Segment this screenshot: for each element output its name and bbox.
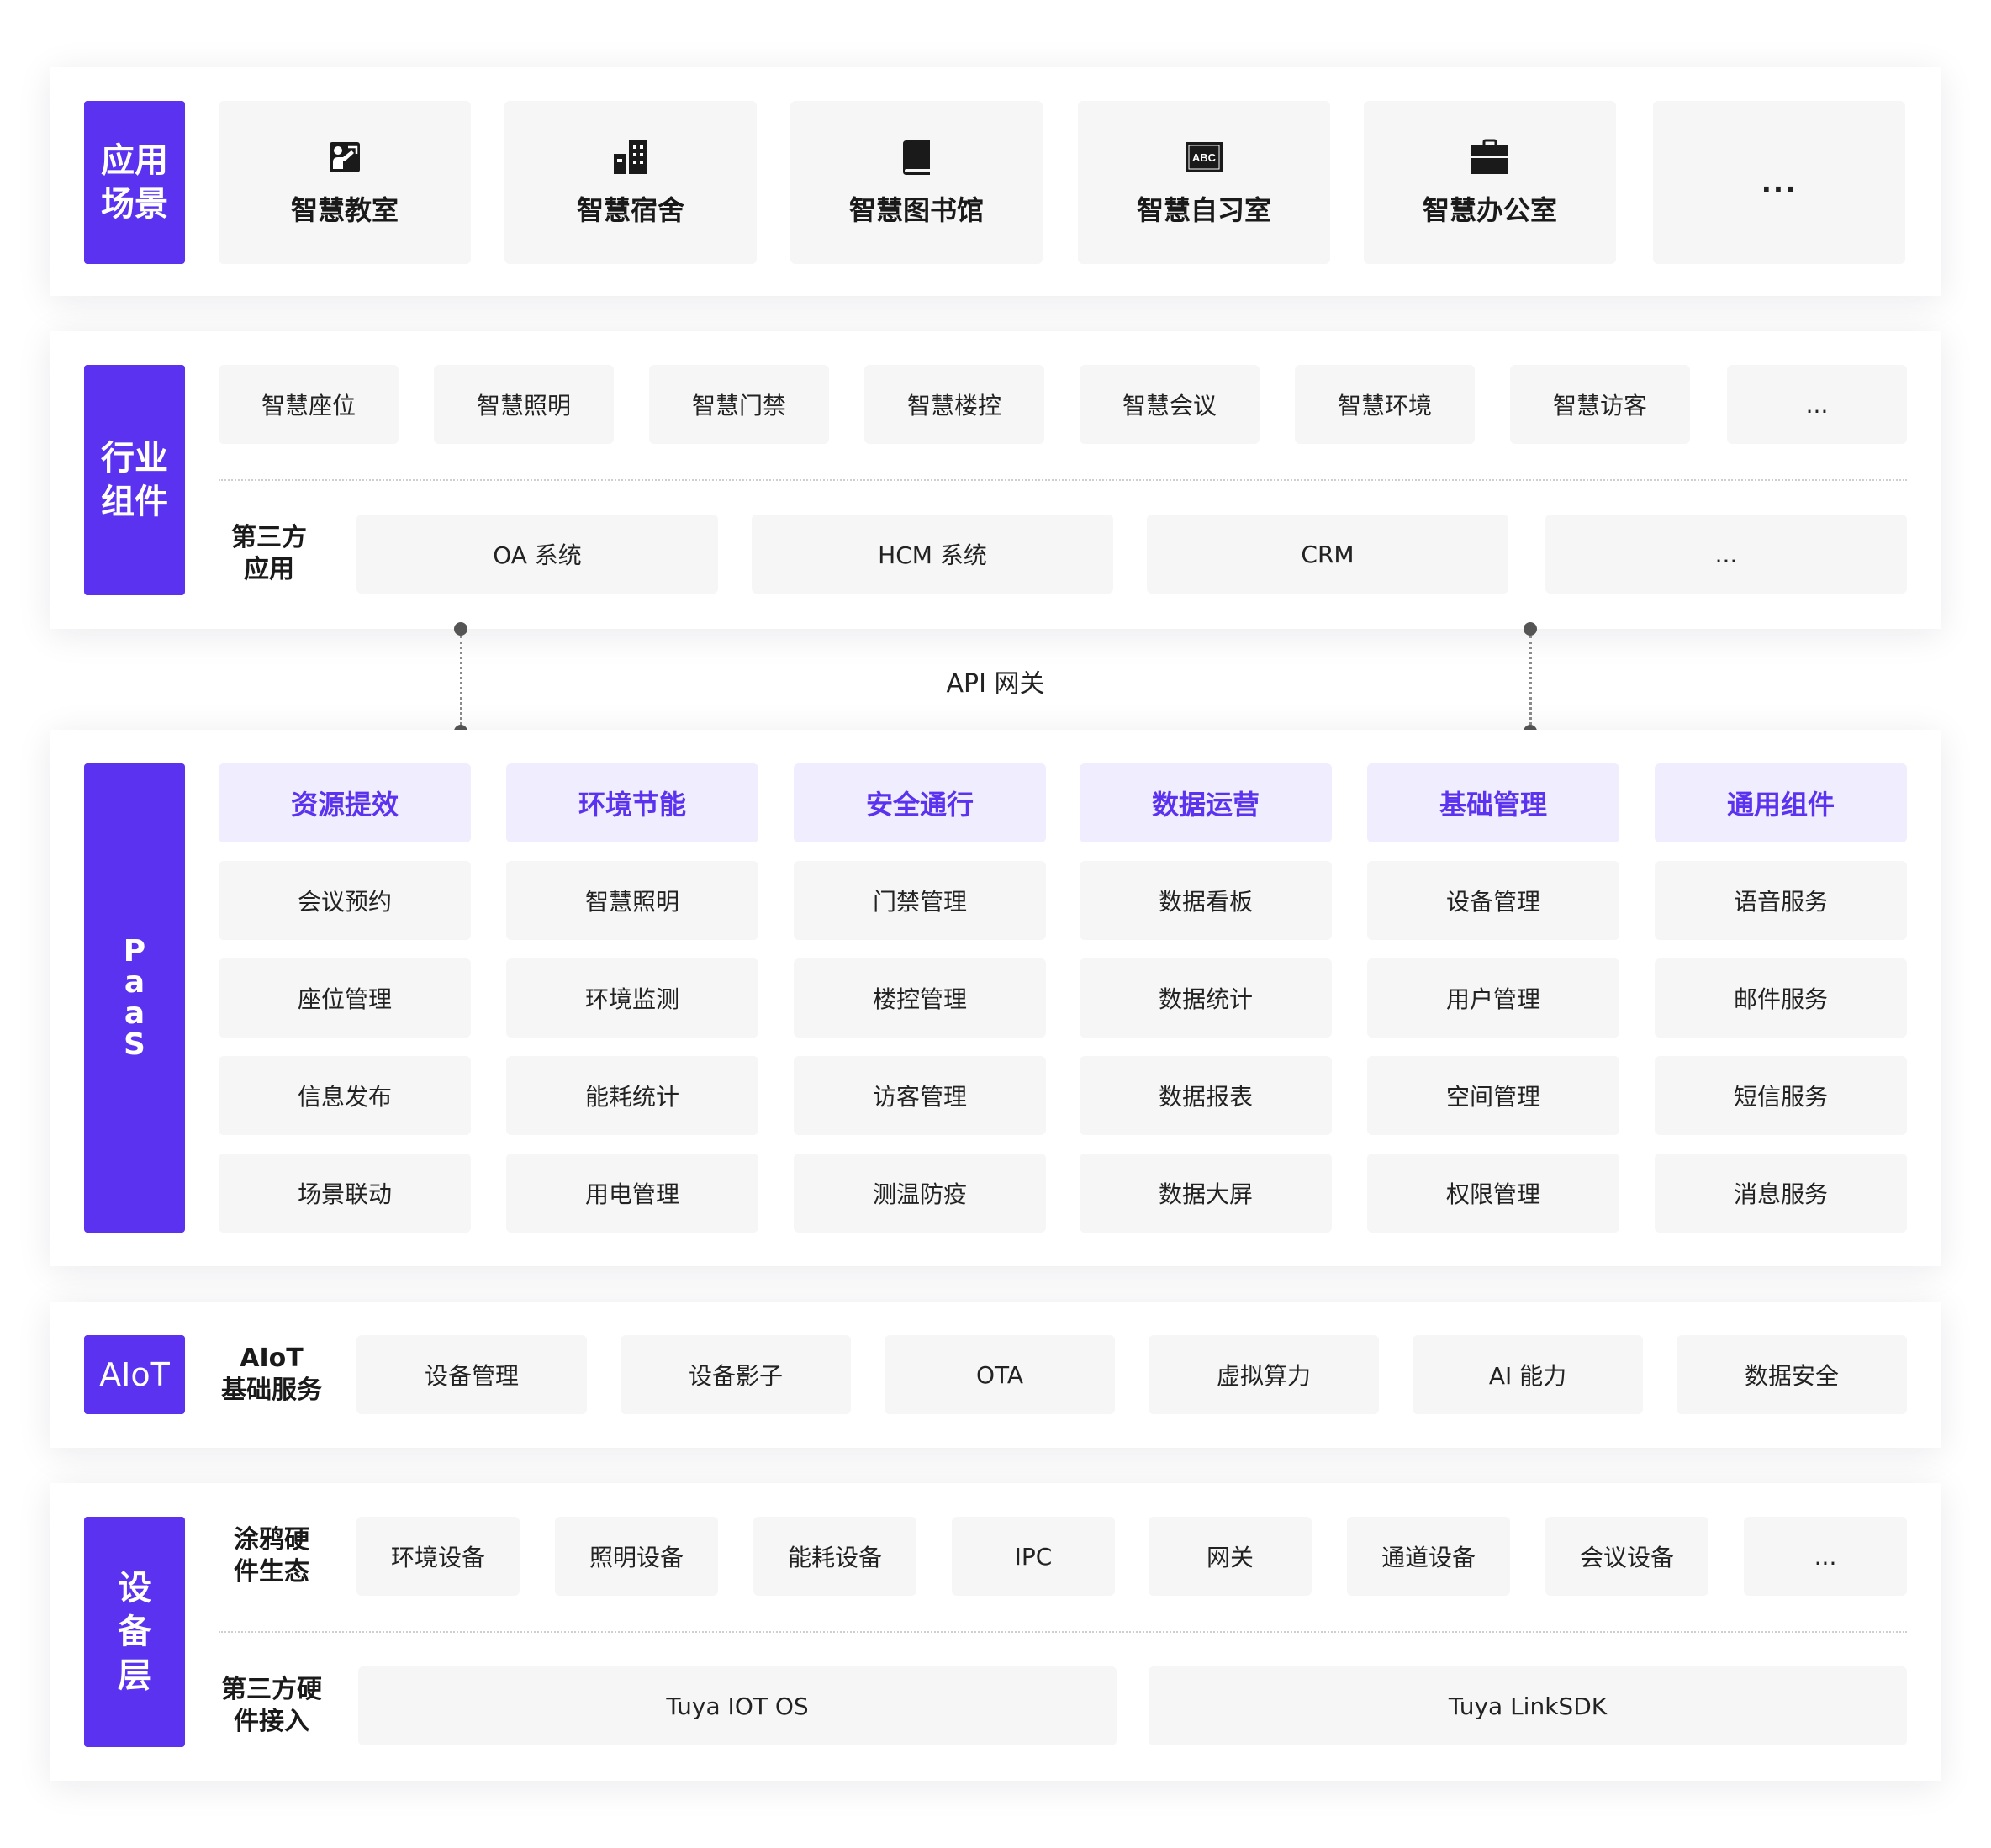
aiot-basic-services-label: AIoT 基础服务 bbox=[221, 1344, 322, 1405]
tuya-device[interactable]: 能耗设备 bbox=[753, 1517, 916, 1596]
paas-item[interactable]: 智慧照明 bbox=[506, 861, 758, 940]
paas-category[interactable]: 基础管理 bbox=[1367, 763, 1619, 842]
paas-item[interactable]: 测温防疫 bbox=[794, 1154, 1046, 1233]
industry-component[interactable]: 智慧访客 bbox=[1510, 365, 1690, 444]
app-card-library[interactable]: 智慧图书馆 bbox=[790, 101, 1043, 264]
paas-item[interactable]: 设备管理 bbox=[1367, 861, 1619, 940]
classroom-icon bbox=[330, 142, 360, 172]
third-party-app-more[interactable]: ... bbox=[1545, 515, 1907, 594]
tuya-device[interactable]: 会议设备 bbox=[1545, 1517, 1708, 1596]
paas-item[interactable]: 环境监测 bbox=[506, 958, 758, 1038]
tuya-device[interactable]: 网关 bbox=[1149, 1517, 1312, 1596]
api-gateway-label: API 网关 bbox=[946, 669, 1045, 699]
paas-item[interactable]: 用电管理 bbox=[506, 1154, 758, 1233]
paas-item[interactable]: 数据大屏 bbox=[1080, 1154, 1332, 1233]
paas-item[interactable]: 座位管理 bbox=[219, 958, 471, 1038]
industry-component[interactable]: 智慧门禁 bbox=[649, 365, 829, 444]
connector-line bbox=[1529, 636, 1532, 730]
app-card-label: 智慧教室 bbox=[290, 194, 399, 226]
tuya-device[interactable]: 通道设备 bbox=[1347, 1517, 1510, 1596]
third-party-hardware-label: 第三方硬 件接入 bbox=[221, 1675, 322, 1736]
divider bbox=[219, 479, 1907, 481]
aiot-service[interactable]: 设备影子 bbox=[621, 1335, 851, 1414]
paas-item[interactable]: 楼控管理 bbox=[794, 958, 1046, 1038]
building-icon bbox=[614, 140, 647, 174]
aiot-service[interactable]: AI 能力 bbox=[1413, 1335, 1643, 1414]
connector-line bbox=[460, 636, 462, 730]
svg-text:ABC: ABC bbox=[1192, 151, 1217, 164]
third-party-hardware[interactable]: Tuya IOT OS bbox=[358, 1666, 1117, 1745]
paas-item[interactable]: 短信服务 bbox=[1655, 1056, 1907, 1135]
aiot-layer-label: AIoT bbox=[84, 1335, 185, 1414]
aiot-service[interactable]: 数据安全 bbox=[1677, 1335, 1907, 1414]
industry-component[interactable]: 智慧照明 bbox=[434, 365, 614, 444]
paas-item[interactable]: 会议预约 bbox=[219, 861, 471, 940]
app-card-classroom[interactable]: 智慧教室 bbox=[219, 101, 471, 264]
app-card-office[interactable]: 智慧办公室 bbox=[1364, 101, 1616, 264]
app-card-study-room[interactable]: ABC 智慧自习室 bbox=[1078, 101, 1330, 264]
app-card-label: 智慧自习室 bbox=[1136, 194, 1271, 226]
tuya-device-more[interactable]: ... bbox=[1744, 1517, 1907, 1596]
industry-component[interactable]: 智慧环境 bbox=[1295, 365, 1475, 444]
industry-component[interactable]: 智慧楼控 bbox=[864, 365, 1044, 444]
tuya-hardware-ecosystem-label: 涂鸦硬 件生态 bbox=[234, 1525, 309, 1587]
aiot-service[interactable]: 设备管理 bbox=[356, 1335, 587, 1414]
paas-layer-label: P a a S bbox=[84, 763, 185, 1233]
paas-category[interactable]: 资源提效 bbox=[219, 763, 471, 842]
industry-layer-label: 行业 组件 bbox=[84, 365, 185, 595]
app-card-dormitory[interactable]: 智慧宿舍 bbox=[504, 101, 757, 264]
paas-item[interactable]: 能耗统计 bbox=[506, 1056, 758, 1135]
paas-item[interactable]: 信息发布 bbox=[219, 1056, 471, 1135]
paas-category[interactable]: 安全通行 bbox=[794, 763, 1046, 842]
third-party-app[interactable]: OA 系统 bbox=[356, 515, 718, 594]
app-card-label: 智慧宿舍 bbox=[576, 194, 684, 226]
industry-component-more[interactable]: ... bbox=[1727, 365, 1907, 444]
third-party-app-label: 第三方 应用 bbox=[231, 523, 307, 584]
paas-item[interactable]: 空间管理 bbox=[1367, 1056, 1619, 1135]
third-party-app[interactable]: HCM 系统 bbox=[752, 515, 1113, 594]
paas-item[interactable]: 数据报表 bbox=[1080, 1056, 1332, 1135]
paas-item[interactable]: 门禁管理 bbox=[794, 861, 1046, 940]
paas-item[interactable]: 权限管理 bbox=[1367, 1154, 1619, 1233]
abc-board-icon: ABC bbox=[1186, 142, 1223, 172]
device-layer-label: 设 备 层 bbox=[84, 1517, 185, 1747]
app-card-label: 智慧办公室 bbox=[1422, 194, 1557, 226]
tuya-device[interactable]: 照明设备 bbox=[555, 1517, 718, 1596]
tuya-device[interactable]: IPC bbox=[952, 1517, 1115, 1596]
paas-item[interactable]: 访客管理 bbox=[794, 1056, 1046, 1135]
paas-item[interactable]: 消息服务 bbox=[1655, 1154, 1907, 1233]
aiot-service[interactable]: 虚拟算力 bbox=[1149, 1335, 1379, 1414]
industry-component[interactable]: 智慧会议 bbox=[1080, 365, 1260, 444]
paas-item[interactable]: 场景联动 bbox=[219, 1154, 471, 1233]
paas-category[interactable]: 环境节能 bbox=[506, 763, 758, 842]
third-party-app[interactable]: CRM bbox=[1147, 515, 1508, 594]
paas-item[interactable]: 数据看板 bbox=[1080, 861, 1332, 940]
paas-category[interactable]: 数据运营 bbox=[1080, 763, 1332, 842]
app-card-more[interactable]: ... bbox=[1653, 101, 1905, 264]
more-label: ... bbox=[1761, 166, 1798, 198]
paas-item[interactable]: 数据统计 bbox=[1080, 958, 1332, 1038]
third-party-hardware[interactable]: Tuya LinkSDK bbox=[1149, 1666, 1907, 1745]
tuya-device[interactable]: 环境设备 bbox=[356, 1517, 520, 1596]
divider bbox=[219, 1631, 1907, 1633]
industry-component[interactable]: 智慧座位 bbox=[219, 365, 399, 444]
application-layer-label: 应用 场景 bbox=[84, 101, 185, 264]
app-card-label: 智慧图书馆 bbox=[848, 194, 984, 226]
paas-item[interactable]: 语音服务 bbox=[1655, 861, 1907, 940]
book-icon bbox=[903, 140, 930, 175]
paas-item[interactable]: 用户管理 bbox=[1367, 958, 1619, 1038]
connector-node bbox=[1524, 622, 1537, 636]
briefcase-icon bbox=[1471, 139, 1508, 174]
aiot-service[interactable]: OTA bbox=[885, 1335, 1115, 1414]
connector-node bbox=[454, 622, 467, 636]
paas-item[interactable]: 邮件服务 bbox=[1655, 958, 1907, 1038]
paas-category[interactable]: 通用组件 bbox=[1655, 763, 1907, 842]
